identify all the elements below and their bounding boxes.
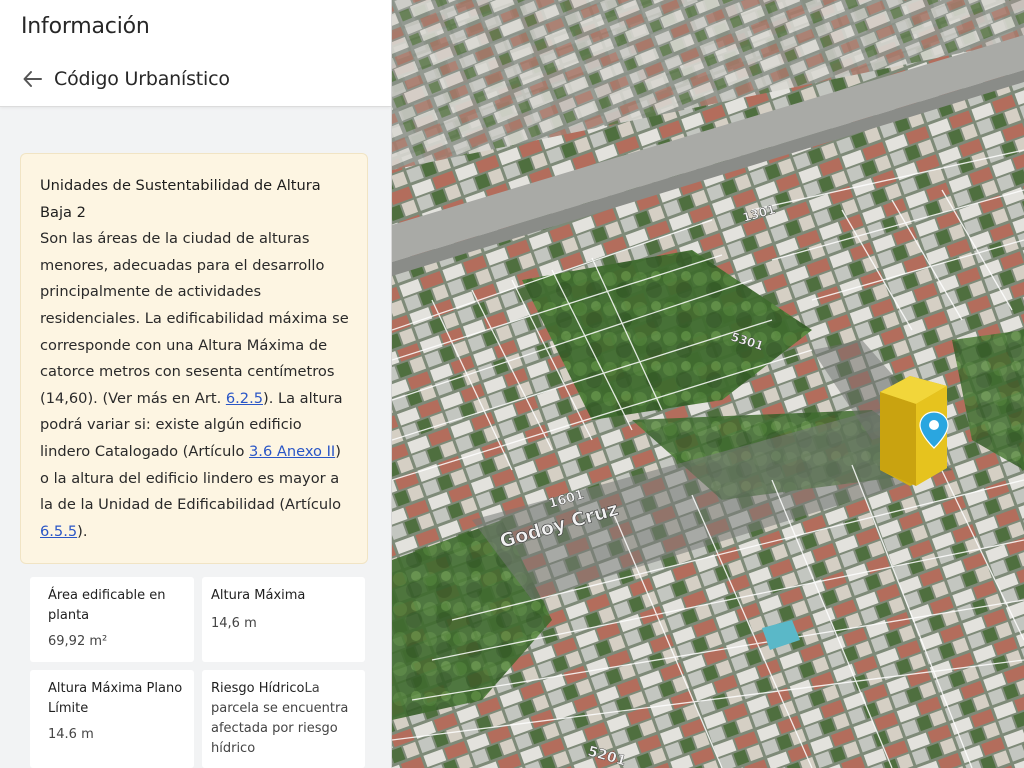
description-text: ).: [77, 522, 88, 540]
section-title: Código Urbanístico: [54, 68, 230, 90]
stat-inline-text: Riesgo HídricoLa parcela se encuentra af…: [211, 679, 355, 759]
arrow-left-icon: [23, 71, 42, 87]
stat-area-edificable: Área edificable en planta 69,92 m²: [30, 577, 194, 662]
stat-label: Riesgo Hídrico: [211, 681, 305, 696]
stat-altura-maxima: Altura Máxima 14,6 m: [202, 577, 365, 662]
info-panel: Información Código Urbanístico Unidades …: [0, 0, 392, 768]
article-link-6-5-5[interactable]: 6.5.5: [40, 523, 77, 540]
stat-label: Altura Máxima Plano Límite: [48, 681, 183, 716]
back-button[interactable]: Código Urbanístico: [20, 66, 230, 92]
stat-altura-plano-limite: Altura Máxima Plano Límite 14.6 m: [30, 670, 194, 768]
stat-value: 69,92 m²: [48, 634, 108, 649]
stat-value: 14,6 m: [211, 616, 257, 631]
article-link-3-6-anexo-ii[interactable]: 3.6 Anexo II: [249, 443, 335, 460]
stat-label: Altura Máxima: [211, 588, 306, 603]
article-link-6-2-5[interactable]: 6.2.5: [226, 390, 263, 407]
map-3d-view[interactable]: Godoy Cruz 1601 5301 1301 5201: [392, 0, 1024, 768]
stat-riesgo-hidrico: Riesgo HídricoLa parcela se encuentra af…: [202, 670, 365, 768]
stat-value: 14.6 m: [48, 727, 94, 742]
panel-title: Información: [21, 14, 150, 39]
map-canvas[interactable]: Godoy Cruz 1601 5301 1301 5201: [392, 0, 1024, 768]
zoning-title: Unidades de Sustentabilidad de Altura Ba…: [40, 177, 321, 221]
zoning-description-card: Unidades de Sustentabilidad de Altura Ba…: [20, 153, 368, 564]
stat-label: Área edificable en planta: [48, 588, 166, 623]
zoning-description: Son las áreas de la ciudad de alturas me…: [40, 226, 349, 545]
description-text: Son las áreas de la ciudad de alturas me…: [40, 230, 349, 407]
